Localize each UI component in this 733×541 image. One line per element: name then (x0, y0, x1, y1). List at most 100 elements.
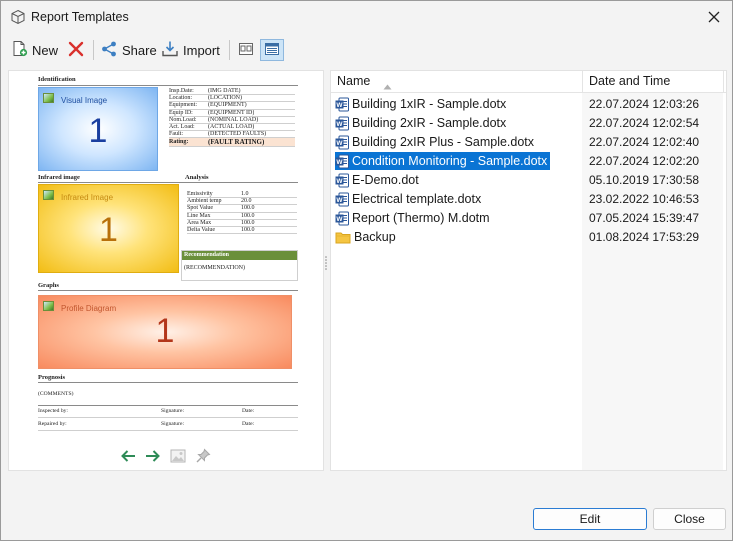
file-row[interactable]: W Building 1xIR - Sample.dotx 22.07.2024 … (331, 94, 726, 113)
file-row[interactable]: W Building 2xIR - Sample.dotx 22.07.2024 … (331, 113, 726, 132)
file-name: Building 2xIR Plus - Sample.dotx (352, 135, 535, 149)
word-icon: W (335, 154, 349, 168)
column-header-date[interactable]: Date and Time (589, 74, 670, 88)
toolbar: New Share Import (1, 35, 732, 65)
delete-button[interactable] (67, 38, 85, 62)
template-file-list: Name Date and Time W Building 1xIR - Samp… (330, 70, 727, 471)
file-name: Electrical template.dotx (352, 192, 482, 206)
divider (38, 417, 298, 418)
visual-image-number: 1 (88, 112, 108, 150)
file-name: Report (Thermo) M.dotm (352, 211, 490, 225)
svg-text:W: W (336, 178, 343, 185)
delete-icon (67, 40, 85, 61)
image-icon (43, 93, 54, 103)
file-name: Building 1xIR - Sample.dotx (352, 97, 507, 111)
svg-text:W: W (336, 102, 343, 109)
divider (38, 405, 298, 406)
view-details-button[interactable] (260, 39, 284, 61)
title-bar: Report Templates (1, 1, 732, 32)
edit-button[interactable]: Edit (533, 508, 647, 530)
recommendation-heading: Recommendation (182, 251, 297, 260)
pin-icon[interactable] (194, 447, 212, 465)
word-icon: W (335, 173, 349, 187)
arrow-left-icon[interactable] (119, 447, 137, 465)
infrared-image-number: 1 (99, 211, 118, 249)
word-icon: W (335, 192, 349, 206)
inspected-by-label: Inspected by: (38, 408, 68, 414)
svg-text:W: W (336, 159, 343, 166)
window-title: Report Templates (31, 10, 129, 24)
import-icon (161, 40, 179, 61)
column-separator[interactable] (723, 71, 724, 93)
folder-icon (335, 232, 351, 243)
graphs-heading: Graphs (38, 282, 59, 289)
toolbar-separator (229, 40, 230, 60)
import-button[interactable]: Import (161, 38, 220, 62)
sort-ascending-icon (383, 79, 392, 93)
recommendation-box: Recommendation (RECOMMENDATION) (181, 250, 298, 281)
image-icon (43, 190, 54, 200)
repaired-by-label: Repaired by: (38, 421, 67, 427)
new-document-icon (11, 40, 28, 60)
column-separator[interactable] (582, 71, 583, 93)
file-date: 07.05.2024 15:39:47 (589, 211, 700, 225)
file-row[interactable]: W Report (Thermo) M.dotm 07.05.2024 15:39… (331, 208, 726, 227)
preview-navigation (9, 447, 325, 467)
folder-row[interactable]: Backup 01.08.2024 17:53:29 (331, 227, 726, 246)
analysis-heading: Analysis (185, 174, 209, 181)
infrared-image-placeholder: Infrared Image 1 (38, 184, 179, 273)
word-icon: W (335, 97, 349, 111)
new-label: New (32, 42, 59, 58)
svg-text:W: W (336, 216, 343, 223)
svg-text:W: W (336, 140, 343, 147)
word-icon: W (335, 135, 349, 149)
share-icon (100, 40, 118, 61)
file-row-selected[interactable]: W Condition Monitoring - Sample.dotx 22.0… (331, 151, 726, 170)
recommendation-value: (RECOMMENDATION) (184, 265, 245, 271)
file-date: 01.08.2024 17:53:29 (589, 230, 700, 244)
file-name: Building 2xIR - Sample.dotx (352, 116, 507, 130)
close-button[interactable]: Close (653, 508, 726, 530)
close-icon[interactable] (696, 1, 732, 32)
splitter-handle[interactable] (324, 251, 328, 275)
signature-label: Signature: (161, 408, 184, 414)
template-preview-pane: Identification Visual Image 1 Insp.Date:… (8, 70, 324, 471)
details-view-icon (264, 42, 280, 59)
profile-diagram-placeholder: Profile Diagram 1 (38, 295, 292, 369)
file-date: 22.07.2024 12:02:54 (589, 116, 700, 130)
file-row[interactable]: W Electrical template.dotx 23.02.2022 10:… (331, 189, 726, 208)
arrow-right-icon[interactable] (144, 447, 162, 465)
word-icon: W (335, 211, 349, 225)
file-date: 22.07.2024 12:02:20 (589, 154, 700, 168)
identification-heading: Identification (38, 76, 76, 83)
share-button[interactable]: Share (100, 38, 157, 62)
prognosis-heading: Prognosis (38, 374, 65, 381)
folder-name: Backup (354, 230, 396, 244)
view-preview-button[interactable] (234, 39, 258, 61)
toolbar-separator (93, 40, 94, 60)
analysis-table: Emissivity 1.0 Ambient temp 20.0 Spot Valu… (187, 191, 297, 235)
column-header-name[interactable]: Name (337, 74, 370, 88)
divider (38, 182, 298, 183)
file-date: 22.07.2024 12:03:26 (589, 97, 700, 111)
picture-icon[interactable] (169, 447, 187, 465)
divider (38, 382, 298, 383)
signature-label: Signature: (161, 421, 184, 427)
visual-image-label: Visual Image (61, 96, 108, 105)
divider (38, 430, 298, 431)
list-header: Name Date and Time (331, 71, 726, 93)
profile-diagram-number: 1 (155, 312, 175, 350)
word-icon: W (335, 116, 349, 130)
file-row[interactable]: W E-Demo.dot 05.10.2019 17:30:58 (331, 170, 726, 189)
divider (38, 290, 298, 291)
share-label: Share (122, 42, 157, 58)
file-row[interactable]: W Building 2xIR Plus - Sample.dotx 22.07.… (331, 132, 726, 151)
comments-placeholder: (COMMENTS) (38, 391, 74, 397)
visual-image-placeholder: Visual Image 1 (38, 87, 158, 171)
template-document-preview: Identification Visual Image 1 Insp.Date:… (38, 76, 298, 438)
new-button[interactable]: New (11, 38, 58, 62)
file-date: 05.10.2019 17:30:58 (589, 173, 700, 187)
svg-text:W: W (336, 197, 343, 204)
import-label: Import (183, 42, 220, 58)
date-label: Date: (242, 421, 255, 427)
